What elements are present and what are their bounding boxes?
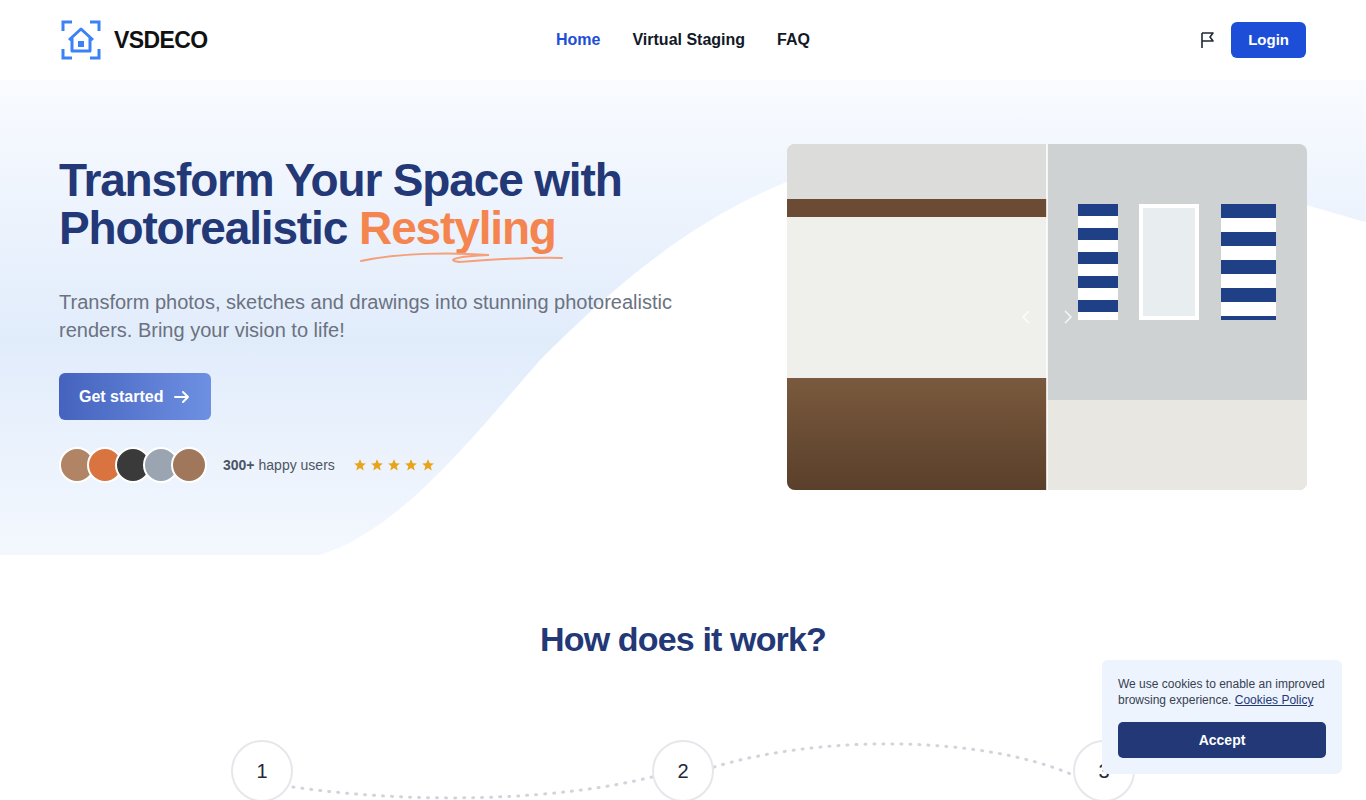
star-icon (404, 458, 418, 472)
hero-title: Transform Your Space with Photorealistic… (59, 156, 749, 252)
hero: Transform Your Space with Photorealistic… (0, 80, 1366, 555)
user-avatar (171, 447, 207, 483)
squiggle-underline-icon (359, 250, 564, 264)
star-icon (387, 458, 401, 472)
social-proof: 300+ happy users (59, 447, 749, 483)
section-title: How does it work? (0, 619, 1366, 659)
star-icon (421, 458, 435, 472)
cookies-policy-link[interactable]: Cookies Policy (1235, 693, 1314, 707)
highlight-text: Restyling (359, 202, 556, 254)
star-icon (353, 458, 367, 472)
comparison-divider[interactable] (1046, 144, 1048, 490)
house-logo-icon (60, 19, 102, 61)
login-button[interactable]: Login (1231, 22, 1306, 58)
title-line: Photorealistic (59, 204, 347, 252)
flag-icon[interactable] (1199, 31, 1217, 49)
accept-button[interactable]: Accept (1118, 722, 1326, 758)
brand-name: VSDECO (114, 23, 208, 58)
user-label: happy users (259, 455, 335, 476)
before-image (787, 144, 1047, 490)
nav-link[interactable]: Virtual Staging (632, 28, 745, 52)
hero-subtitle: Transform photos, sketches and drawings … (59, 288, 749, 344)
step-circle: 1 (231, 740, 293, 800)
button-label: Get started (79, 385, 163, 409)
arrow-right-icon (173, 388, 191, 406)
title-line: Transform Your Space with (59, 156, 749, 204)
avatar-group (59, 447, 207, 483)
nav-link[interactable]: Home (556, 28, 600, 52)
before-after-comparison[interactable] (787, 144, 1307, 490)
drag-chevrons-icon (1017, 309, 1077, 325)
main-nav: Home Virtual Staging FAQ (556, 28, 810, 52)
cookie-text: We use cookies to enable an improved bro… (1118, 676, 1326, 708)
step-circle: 2 (652, 740, 714, 800)
title-highlight: Restyling (359, 204, 556, 252)
logo[interactable]: VSDECO (60, 19, 360, 61)
get-started-button[interactable]: Get started (59, 373, 211, 420)
user-count: 300+ (223, 455, 255, 476)
header: VSDECO Home Virtual Staging FAQ Login (0, 0, 1366, 80)
star-icon (370, 458, 384, 472)
star-rating (353, 458, 435, 472)
cookie-banner: We use cookies to enable an improved bro… (1102, 660, 1342, 774)
after-image (1047, 144, 1307, 490)
nav-link[interactable]: FAQ (777, 28, 810, 52)
